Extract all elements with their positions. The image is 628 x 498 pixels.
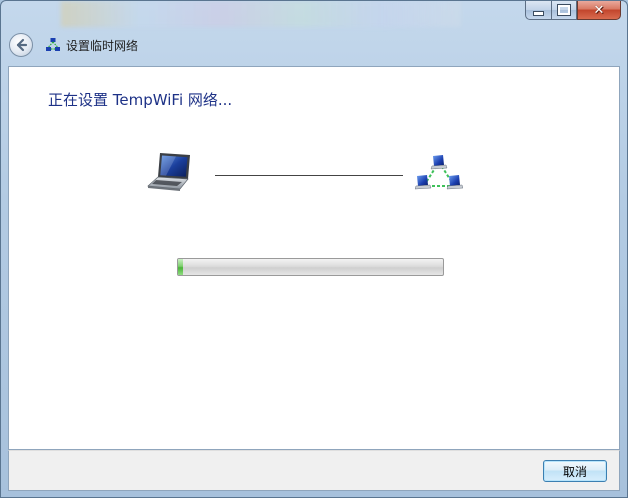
maximize-button[interactable]	[551, 1, 577, 20]
back-arrow-icon	[16, 38, 28, 52]
maximize-icon	[557, 4, 571, 16]
caption-buttons: ✕	[525, 1, 621, 21]
adhoc-network-icon	[46, 38, 60, 51]
minimize-icon	[533, 10, 544, 16]
cancel-button[interactable]: 取消	[543, 460, 607, 482]
page-heading: 正在设置 TempWiFi 网络...	[48, 91, 233, 109]
wizard-header: 设置临时网络	[9, 33, 138, 57]
network-icon	[415, 155, 463, 190]
glass-background	[61, 1, 461, 27]
wizard-window: ✕ 设置临时网络 正在设置 TempWiFi 网络... 取消	[0, 0, 628, 498]
window-title: 设置临时网络	[66, 38, 139, 53]
setup-progress-bar	[177, 258, 444, 276]
minimize-button[interactable]	[525, 1, 551, 20]
laptop-icon	[147, 153, 190, 191]
close-button[interactable]: ✕	[577, 1, 621, 20]
close-icon: ✕	[593, 2, 605, 18]
connection-line	[215, 175, 403, 176]
button-bar: 取消	[8, 450, 620, 491]
content-area: 正在设置 TempWiFi 网络...	[8, 66, 620, 450]
progress-fill	[178, 259, 184, 275]
back-button[interactable]	[9, 33, 33, 57]
